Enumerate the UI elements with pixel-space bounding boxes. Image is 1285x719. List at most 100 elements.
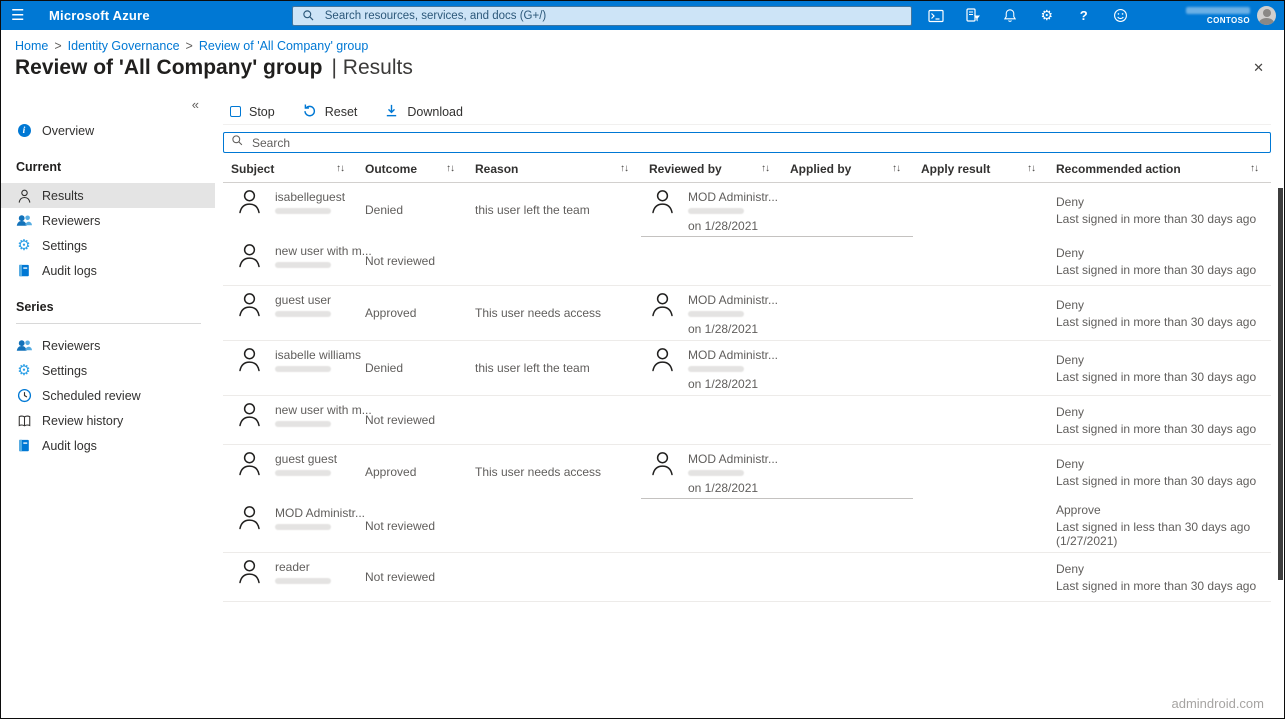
subject-name[interactable]: isabelle williams xyxy=(275,348,361,362)
settings-gear-icon[interactable]: ⚙ xyxy=(1039,7,1055,24)
column-header-reason[interactable]: Reason ↑↓ xyxy=(467,162,641,176)
user-avatar-icon xyxy=(236,187,263,214)
reason-cell xyxy=(467,499,641,552)
outcome-cell: Not reviewed xyxy=(365,413,436,427)
breadcrumb-review-group[interactable]: Review of 'All Company' group xyxy=(199,39,368,53)
notifications-bell-icon[interactable] xyxy=(1002,8,1018,24)
account-menu[interactable]: CONTOSO xyxy=(1186,6,1276,25)
subject-name[interactable]: isabelleguest xyxy=(275,190,345,204)
brand-title[interactable]: Microsoft Azure xyxy=(49,8,150,23)
sidebar-item-label: Audit logs xyxy=(42,263,97,278)
subject-name[interactable]: guest guest xyxy=(275,452,337,466)
sidebar-item-overview[interactable]: i Overview xyxy=(1,118,215,143)
sort-icon[interactable]: ↑↓ xyxy=(761,163,770,174)
table-row[interactable]: guest user Approved This user needs acce… xyxy=(223,286,1271,341)
table-search-box[interactable] xyxy=(223,132,1271,153)
apply-result-cell xyxy=(913,237,1048,285)
column-header-outcome[interactable]: Outcome ↑↓ xyxy=(357,162,467,176)
outcome-cell: Not reviewed xyxy=(365,570,436,584)
sort-icon[interactable]: ↑↓ xyxy=(1027,163,1036,174)
sort-icon[interactable]: ↑↓ xyxy=(892,163,901,174)
table-row[interactable]: MOD Administr... Not reviewed Approve La… xyxy=(223,499,1271,553)
sidebar-item-audit-logs[interactable]: Audit logs xyxy=(1,258,215,283)
table-row[interactable]: isabelle williams Denied this user left … xyxy=(223,341,1271,396)
subject-cell: isabelleguest xyxy=(223,183,357,237)
download-button[interactable]: Download xyxy=(384,103,463,121)
divider xyxy=(16,323,201,324)
redacted-email xyxy=(275,470,331,476)
feedback-smiley-icon[interactable] xyxy=(1113,8,1129,24)
redacted-email xyxy=(275,366,331,372)
people-icon xyxy=(16,338,32,354)
subject-name[interactable]: guest user xyxy=(275,293,331,307)
applied-by-cell xyxy=(782,341,913,395)
vertical-scrollbar[interactable] xyxy=(1278,188,1283,580)
outcome-cell: Denied xyxy=(365,361,404,375)
breadcrumb-home[interactable]: Home xyxy=(15,39,48,53)
audit-log-icon xyxy=(16,438,32,454)
sort-icon[interactable]: ↑↓ xyxy=(620,163,629,174)
table-row[interactable]: reader Not reviewed Deny Last signed in … xyxy=(223,553,1271,602)
table-search-input[interactable] xyxy=(250,134,1263,151)
account-avatar[interactable] xyxy=(1257,6,1276,25)
sidebar-collapse-icon[interactable]: « xyxy=(1,95,215,118)
subject-cell: guest guest xyxy=(223,445,357,499)
redacted-email xyxy=(275,421,331,427)
sidebar-item-review-history[interactable]: Review history xyxy=(1,408,215,433)
sidebar-item-results[interactable]: Results xyxy=(1,183,215,208)
sort-icon[interactable]: ↑↓ xyxy=(1250,163,1259,174)
stop-button[interactable]: Stop xyxy=(230,105,275,119)
sort-icon[interactable]: ↑↓ xyxy=(446,163,455,174)
column-header-applied-by[interactable]: Applied by ↑↓ xyxy=(782,162,913,176)
outcome-cell: Approved xyxy=(365,306,417,320)
search-icon xyxy=(231,134,244,152)
column-header-recommended-action[interactable]: Recommended action ↑↓ xyxy=(1048,162,1271,176)
sidebar-item-label: Results xyxy=(42,188,84,203)
apply-result-cell xyxy=(913,553,1048,601)
recommended-action-cell: Deny Last signed in more than 30 days ag… xyxy=(1048,341,1271,395)
hamburger-menu-icon[interactable]: ☰ xyxy=(11,8,33,23)
sidebar-item-settings[interactable]: ⚙ Settings xyxy=(1,233,215,258)
recommended-action: Deny xyxy=(1056,404,1085,419)
sidebar-item-reviewers[interactable]: Reviewers xyxy=(1,333,215,358)
reason-cell: this user left the team xyxy=(475,203,590,217)
cloud-shell-icon[interactable] xyxy=(928,8,944,24)
topbar-icons: ⚙ ? xyxy=(928,7,1129,24)
column-header-apply-result[interactable]: Apply result ↑↓ xyxy=(913,162,1048,176)
reviewer-name: MOD Administr... xyxy=(688,348,779,362)
global-search-box[interactable] xyxy=(291,5,912,26)
subject-name[interactable]: reader xyxy=(275,560,331,574)
sidebar-item-label: Scheduled review xyxy=(42,388,141,403)
sidebar-item-label: Settings xyxy=(42,363,88,378)
table-row[interactable]: isabelleguest Denied this user left the … xyxy=(223,183,1271,237)
global-search-input[interactable] xyxy=(322,8,903,23)
sort-icon[interactable]: ↑↓ xyxy=(336,163,345,174)
subject-name[interactable]: MOD Administr... xyxy=(275,506,365,520)
directory-filter-icon[interactable] xyxy=(965,8,981,24)
redacted-email xyxy=(688,311,744,317)
breadcrumb-identity-governance[interactable]: Identity Governance xyxy=(68,39,180,53)
column-label: Recommended action xyxy=(1056,161,1181,176)
help-icon[interactable]: ? xyxy=(1076,8,1092,24)
gear-icon: ⚙ xyxy=(17,362,31,379)
column-header-reviewed-by[interactable]: Reviewed by ↑↓ xyxy=(641,162,782,176)
user-avatar-icon xyxy=(236,345,263,372)
applied-by-cell xyxy=(782,499,913,552)
table-row[interactable]: guest guest Approved This user needs acc… xyxy=(223,445,1271,499)
sidebar-item-reviewers[interactable]: Reviewers xyxy=(1,208,215,233)
sidebar-item-audit-logs[interactable]: Audit logs xyxy=(1,433,215,458)
close-icon[interactable]: ✕ xyxy=(1249,58,1268,78)
apply-result-cell xyxy=(913,183,1048,237)
user-avatar-icon xyxy=(236,400,263,427)
results-table: isabelleguest Denied this user left the … xyxy=(223,183,1271,602)
table-row[interactable]: new user with m... Not reviewed Deny Las… xyxy=(223,237,1271,286)
recommended-action-cell: Approve Last signed in less than 30 days… xyxy=(1048,499,1271,552)
sidebar-item-scheduled-review[interactable]: Scheduled review xyxy=(1,383,215,408)
column-header-subject[interactable]: Subject ↑↓ xyxy=(223,162,357,176)
sidebar-item-settings[interactable]: ⚙ Settings xyxy=(1,358,215,383)
subject-cell: new user with m... xyxy=(223,396,372,444)
reset-button[interactable]: Reset xyxy=(302,103,357,121)
reviewer-avatar-icon xyxy=(649,449,676,476)
redacted-email xyxy=(688,366,744,372)
table-row[interactable]: new user with m... Not reviewed Deny Las… xyxy=(223,396,1271,445)
